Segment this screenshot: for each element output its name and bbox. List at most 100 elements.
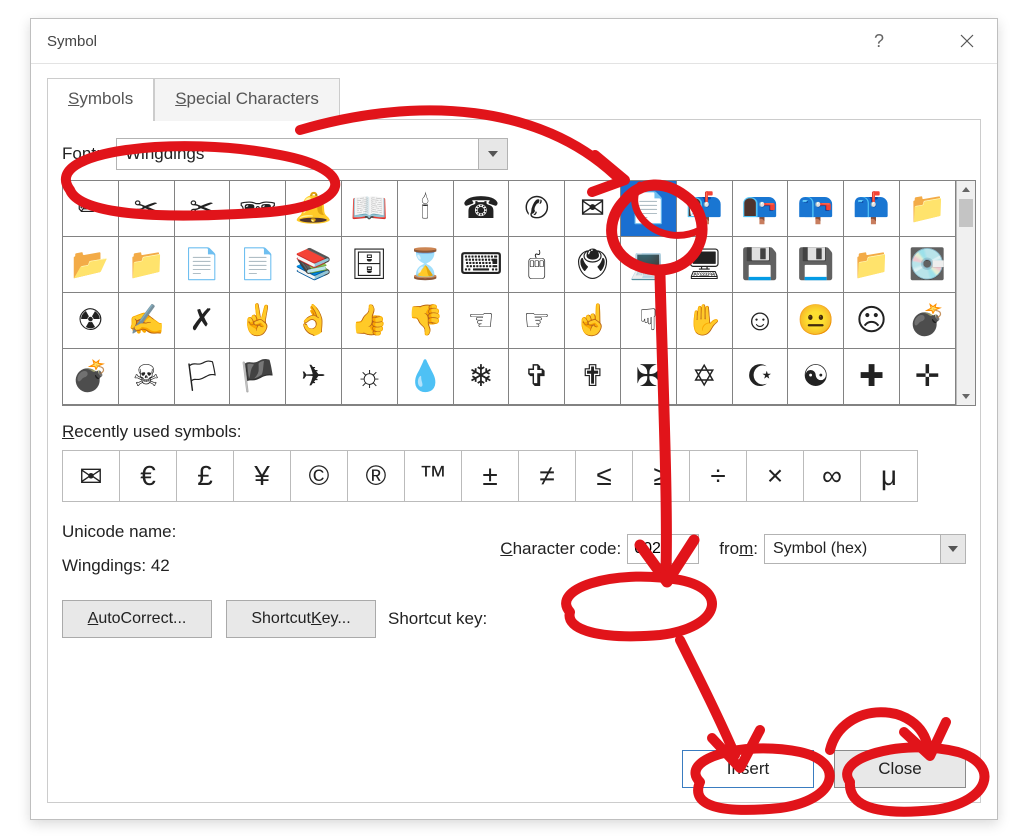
symbol-cell[interactable]: ☼ <box>342 349 398 405</box>
symbol-cell[interactable]: ☟ <box>621 293 677 349</box>
symbol-cell[interactable]: ☎ <box>454 181 510 237</box>
symbol-cell[interactable]: ✂ <box>119 181 175 237</box>
symbol-cell[interactable]: 💣 <box>63 349 119 405</box>
symbol-cell[interactable]: 🖲 <box>565 237 621 293</box>
recent-symbol-cell[interactable]: ÷ <box>689 450 747 502</box>
symbol-cell[interactable]: 📄 <box>621 181 677 237</box>
close-button[interactable]: Close <box>834 750 966 788</box>
from-combo[interactable]: Symbol (hex) <box>764 534 966 564</box>
recent-symbol-cell[interactable]: ≠ <box>518 450 576 502</box>
recent-symbol-cell[interactable]: × <box>746 450 804 502</box>
recent-symbol-cell[interactable]: £ <box>176 450 234 502</box>
symbol-cell[interactable]: ☞ <box>509 293 565 349</box>
symbol-cell[interactable]: ✈ <box>286 349 342 405</box>
symbol-cell[interactable]: 📫 <box>844 181 900 237</box>
symbol-cell[interactable]: 🏳 <box>175 349 231 405</box>
scroll-thumb[interactable] <box>959 199 973 227</box>
resize-grip-icon[interactable] <box>964 786 978 800</box>
from-label: from: <box>719 539 758 559</box>
symbol-cell[interactable]: 💣 <box>900 293 956 349</box>
symbol-cell[interactable]: ✍ <box>119 293 175 349</box>
symbol-cell[interactable]: ⌨ <box>454 237 510 293</box>
symbol-cell[interactable]: ✋ <box>677 293 733 349</box>
recent-symbol-cell[interactable]: ¥ <box>233 450 291 502</box>
symbol-cell[interactable]: ☜ <box>454 293 510 349</box>
symbol-cell[interactable]: 🗄 <box>342 237 398 293</box>
symbol-cell[interactable]: ✠ <box>621 349 677 405</box>
symbol-cell[interactable]: 📂 <box>63 237 119 293</box>
symbol-cell[interactable]: ☝ <box>565 293 621 349</box>
symbol-cell[interactable]: ✌ <box>230 293 286 349</box>
symbol-cell[interactable]: ☪ <box>733 349 789 405</box>
symbol-cell[interactable]: 🖱 <box>509 237 565 293</box>
scroll-up-icon[interactable] <box>957 181 975 199</box>
recent-symbol-cell[interactable]: ≤ <box>575 450 633 502</box>
symbol-dialog: Symbol ? Symbols Special Characters Font… <box>30 18 998 820</box>
tab-special-characters[interactable]: Special Characters <box>154 78 340 121</box>
symbol-cell[interactable]: ⌛ <box>398 237 454 293</box>
grid-scrollbar[interactable] <box>956 181 975 405</box>
symbol-cell[interactable]: ✗ <box>175 293 231 349</box>
font-combo[interactable]: Wingdings <box>116 138 508 170</box>
symbol-cell[interactable]: ✉ <box>565 181 621 237</box>
symbol-cell[interactable]: 😐 <box>788 293 844 349</box>
symbol-cell[interactable]: 💽 <box>900 237 956 293</box>
symbol-cell[interactable]: ✞ <box>509 349 565 405</box>
symbol-cell[interactable]: 📖 <box>342 181 398 237</box>
recent-symbol-cell[interactable]: μ <box>860 450 918 502</box>
symbol-cell[interactable]: 💧 <box>398 349 454 405</box>
symbol-cell[interactable]: 📄 <box>175 237 231 293</box>
recent-symbol-cell[interactable]: ™ <box>404 450 462 502</box>
symbol-cell[interactable]: 📬 <box>677 181 733 237</box>
symbol-cell[interactable]: 📁 <box>119 237 175 293</box>
symbol-cell[interactable]: ☢ <box>63 293 119 349</box>
symbol-cell[interactable]: ✟ <box>565 349 621 405</box>
symbol-cell[interactable]: 📚 <box>286 237 342 293</box>
scroll-down-icon[interactable] <box>957 387 975 405</box>
recent-symbol-cell[interactable]: ✉ <box>62 450 120 502</box>
close-window-button[interactable] <box>945 27 989 55</box>
recent-symbol-cell[interactable]: € <box>119 450 177 502</box>
symbol-cell[interactable]: 🖥 <box>677 237 733 293</box>
insert-button[interactable]: Insert <box>682 750 814 788</box>
symbol-cell[interactable]: 🕶 <box>230 181 286 237</box>
symbol-cell[interactable]: 📁 <box>900 181 956 237</box>
symbol-cell[interactable]: ✏ <box>63 181 119 237</box>
symbol-cell[interactable]: ☯ <box>788 349 844 405</box>
symbol-cell[interactable]: 📁 <box>844 237 900 293</box>
recent-symbol-cell[interactable]: ® <box>347 450 405 502</box>
symbol-cell[interactable]: 👎 <box>398 293 454 349</box>
symbol-cell[interactable]: 📪 <box>788 181 844 237</box>
autocorrect-button[interactable]: AutoCorrect... <box>62 600 212 638</box>
symbol-cell[interactable]: 🕯 <box>398 181 454 237</box>
shortcut-key-button[interactable]: Shortcut Key... <box>226 600 376 638</box>
tab-symbols[interactable]: Symbols <box>47 78 154 121</box>
symbol-cell[interactable]: 👍 <box>342 293 398 349</box>
symbol-cell[interactable]: 📭 <box>733 181 789 237</box>
recent-symbol-cell[interactable]: ∞ <box>803 450 861 502</box>
symbol-grid: ✏✂✂🕶🔔📖🕯☎✆✉📄📬📭📪📫📁📂📁📄📄📚🗄⌛⌨🖱🖲💻🖥💾💾📁💽☢✍✗✌👌👍👎☜… <box>62 180 976 406</box>
symbol-cell[interactable]: ☹ <box>844 293 900 349</box>
symbol-cell[interactable]: 🏴 <box>230 349 286 405</box>
help-button[interactable]: ? <box>857 27 901 55</box>
symbol-cell[interactable]: ✡ <box>677 349 733 405</box>
symbol-cell[interactable]: ☠ <box>119 349 175 405</box>
symbol-cell[interactable]: 💾 <box>788 237 844 293</box>
recent-symbol-cell[interactable]: © <box>290 450 348 502</box>
symbol-cell[interactable]: 📄 <box>230 237 286 293</box>
symbol-cell[interactable]: 💻 <box>621 237 677 293</box>
symbol-cell[interactable]: ✆ <box>509 181 565 237</box>
character-code-input[interactable] <box>627 534 699 564</box>
symbol-cell[interactable]: ❄ <box>454 349 510 405</box>
symbol-cell[interactable]: 🔔 <box>286 181 342 237</box>
symbol-cell[interactable]: 💾 <box>733 237 789 293</box>
symbol-cell[interactable]: 👌 <box>286 293 342 349</box>
symbol-cell[interactable]: ✂ <box>175 181 231 237</box>
symbol-cell[interactable]: ✛ <box>900 349 956 405</box>
recent-symbol-cell[interactable]: ± <box>461 450 519 502</box>
titlebar: Symbol ? <box>31 19 997 64</box>
recent-symbol-cell[interactable]: ≥ <box>632 450 690 502</box>
recent-symbols-row: ✉€£¥©®™±≠≤≥÷×∞μ <box>62 450 966 502</box>
symbol-cell[interactable]: ☺ <box>733 293 789 349</box>
symbol-cell[interactable]: ✚ <box>844 349 900 405</box>
